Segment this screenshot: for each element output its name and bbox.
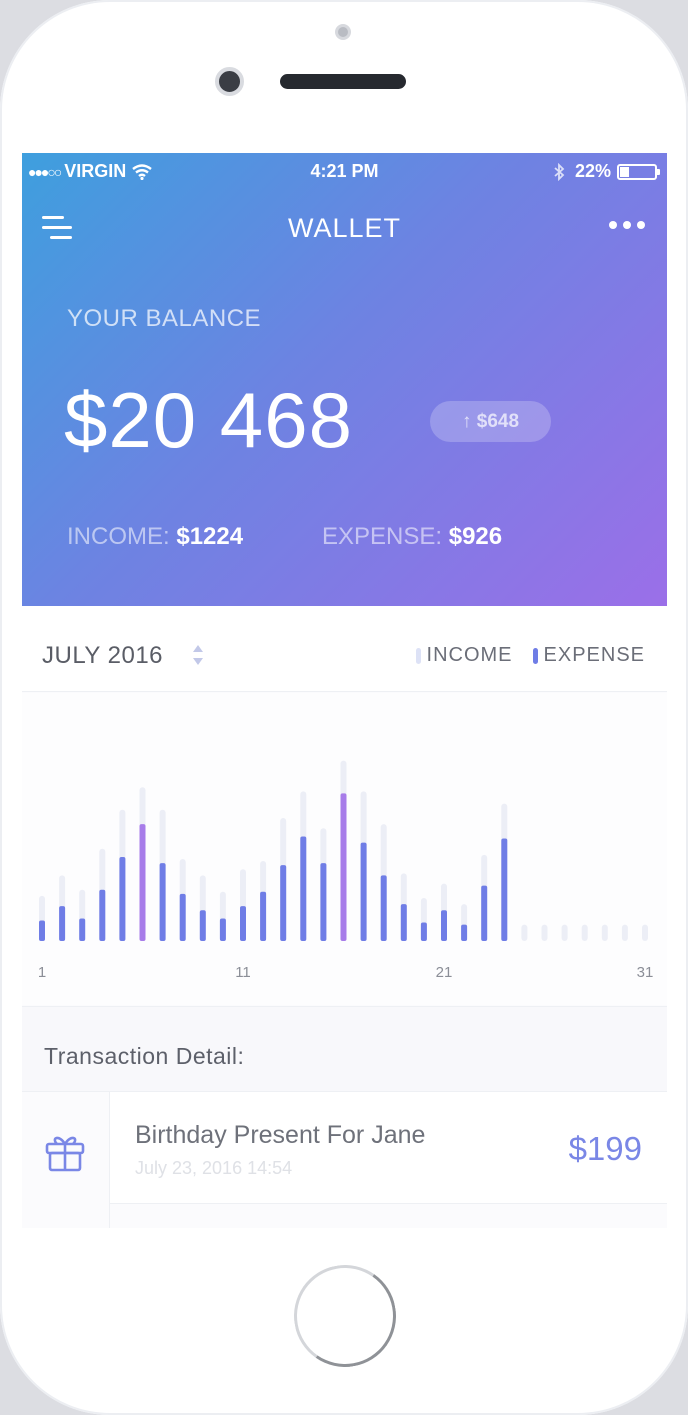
chart-legend: INCOME EXPENSE (415, 644, 645, 667)
transaction-amount: $199 (568, 1130, 642, 1167)
expense-value: $926 (448, 523, 503, 550)
gift-icon (45, 1136, 85, 1172)
more-options-icon[interactable] (609, 221, 645, 229)
battery-icon (617, 163, 660, 180)
transaction-detail-header: Transaction Detail: (22, 1006, 667, 1092)
transaction-row[interactable]: Birthday Present For Jane July 23, 2016 … (22, 1092, 667, 1228)
earpiece-speaker (280, 74, 406, 89)
expense-bar (79, 918, 86, 941)
bar-chart: 1 11 21 31 (38, 760, 654, 981)
income-bar (561, 924, 568, 941)
bluetooth-icon (554, 162, 565, 181)
month-selector[interactable]: JULY 2016 (42, 642, 163, 670)
transaction-name: Birthday Present For Jane (135, 1121, 426, 1149)
transaction-date: July 23, 2016 14:54 (135, 1158, 293, 1178)
daily-chart: 1 11 21 31 (22, 693, 667, 1005)
home-button[interactable] (285, 1256, 405, 1376)
expense-bar (400, 904, 407, 941)
balance-label: YOUR BALANCE (67, 305, 262, 332)
x-tick-label: 31 (637, 964, 654, 981)
expense-summary: EXPENSE: $926 (322, 523, 502, 551)
expense-bar (219, 918, 226, 941)
expense-bar (179, 893, 186, 941)
x-tick-label: 1 (38, 964, 46, 981)
expense-bar (280, 865, 287, 941)
expense-bar (320, 863, 327, 941)
legend-expense: EXPENSE (532, 644, 645, 667)
sort-arrows-icon[interactable] (192, 643, 204, 667)
expense-bar (39, 920, 45, 941)
x-tick-label: 21 (436, 964, 453, 981)
income-value: $1224 (176, 523, 244, 550)
front-camera (215, 67, 244, 96)
expense-bar (340, 793, 347, 941)
expense-bar (240, 906, 246, 941)
expense-bar (380, 875, 387, 941)
expense-bar (461, 924, 468, 941)
income-label: INCOME: (67, 523, 170, 550)
status-bar: ●●●○○ VIRGIN 4:21 PM 22% (22, 159, 667, 185)
income-bar (521, 924, 528, 941)
income-bar (642, 924, 648, 941)
expense-bar (441, 910, 447, 941)
expense-label: EXPENSE: (322, 523, 443, 550)
balance-amount: $20 468 (64, 376, 353, 464)
expense-bar (260, 891, 267, 941)
balance-change-badge: ↑ $648 (430, 401, 551, 442)
legend-income: INCOME (415, 644, 513, 667)
income-bar (581, 924, 588, 941)
income-swatch (415, 647, 421, 664)
expense-swatch (532, 647, 538, 664)
battery-percent: 22% (574, 161, 611, 181)
expense-bar (420, 922, 427, 941)
x-tick-label: 11 (235, 964, 251, 981)
transaction-icon-cell (22, 1092, 110, 1228)
expense-bar (199, 910, 206, 941)
expense-bar (99, 889, 106, 941)
expense-bar (360, 842, 367, 941)
expense-bar (481, 885, 488, 941)
expense-bar (59, 906, 66, 941)
income-bar (601, 924, 608, 941)
expense-bar (119, 856, 126, 941)
phone-frame: ●●●○○ VIRGIN 4:21 PM 22% WALLET YOUR BAL… (0, 0, 688, 1415)
balance-header: ●●●○○ VIRGIN 4:21 PM 22% WALLET YOUR BAL… (22, 153, 667, 606)
month-selector-bar: JULY 2016 INCOME EXPENSE (22, 606, 667, 692)
income-bar (621, 924, 628, 941)
page-title: WALLET (287, 213, 402, 243)
app-screen: ●●●○○ VIRGIN 4:21 PM 22% WALLET YOUR BAL… (22, 153, 667, 1228)
proximity-sensor (335, 24, 351, 40)
expense-bar (159, 863, 166, 941)
legend-income-label: INCOME (426, 644, 513, 666)
expense-bar (139, 824, 146, 941)
expense-bar (501, 838, 508, 941)
income-bar (541, 924, 548, 941)
income-summary: INCOME: $1224 (67, 523, 243, 551)
transaction-detail-title: Transaction Detail: (44, 1043, 245, 1069)
legend-expense-label: EXPENSE (543, 644, 645, 666)
expense-bar (300, 836, 307, 941)
